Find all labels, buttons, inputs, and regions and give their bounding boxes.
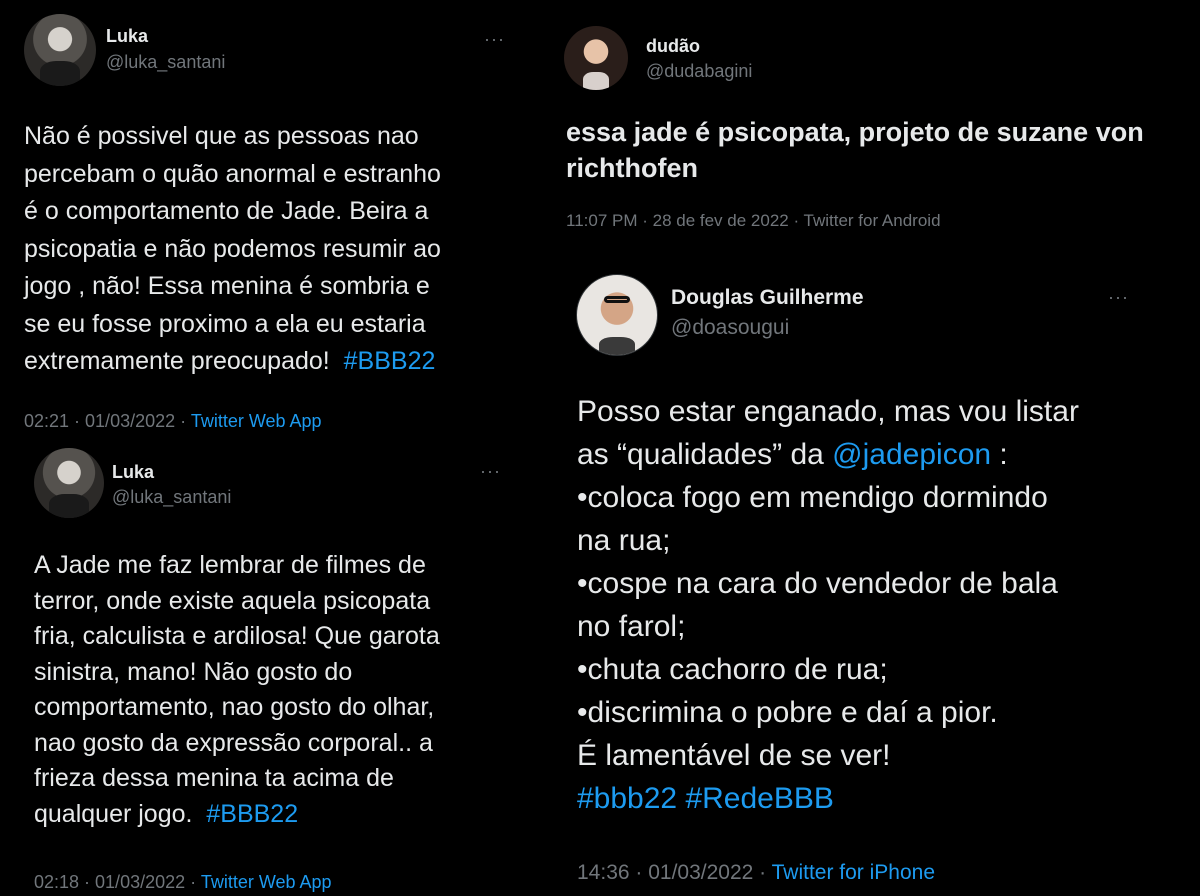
tweet-dudao: dudão @dudabagini essa jade é psicopata,… bbox=[560, 0, 1200, 250]
more-options-icon[interactable]: ··· bbox=[484, 30, 505, 48]
tweet-line: •coloca fogo em mendigo dormindo bbox=[577, 481, 1048, 514]
author-name[interactable]: Luka bbox=[106, 26, 148, 47]
source-link[interactable]: Twitter Web App bbox=[201, 872, 332, 892]
tweet-line: •chuta cachorro de rua; bbox=[577, 653, 888, 686]
tweet-line: é o comportamento de Jade. Beira a bbox=[24, 197, 429, 225]
tweets-collage: { "tweets": [ { "name": "Luka", "handle"… bbox=[0, 0, 1200, 896]
tweet-line: extremamente preocupado! bbox=[24, 347, 330, 375]
author-name[interactable]: dudão bbox=[646, 36, 700, 57]
tweet-line: essa jade é psicopata, projeto de suzane… bbox=[566, 117, 1144, 147]
tweet-line: se eu fosse proximo a ela eu estaria bbox=[24, 309, 426, 338]
tweet-line: fria, calculista e ardilosa! Que garota bbox=[34, 622, 440, 650]
tweet-meta: 02:21 · 01/03/2022 · Twitter Web App bbox=[24, 411, 322, 432]
source-link[interactable]: Twitter Web App bbox=[191, 411, 322, 431]
tweet-text: Não é possivel que as pessoas nao perceb… bbox=[24, 118, 441, 381]
tweet-line-last: qualquer jogo. #BBB22 bbox=[34, 797, 440, 833]
more-options-icon[interactable]: ··· bbox=[480, 462, 501, 480]
tweet-line: comportamento, nao gosto do olhar, bbox=[34, 693, 435, 721]
author-handle[interactable]: @doasougui bbox=[671, 316, 789, 340]
tweet-line: Posso estar enganado, mas vou listar bbox=[577, 395, 1079, 428]
more-options-icon[interactable]: ··· bbox=[1108, 288, 1129, 306]
avatar-luka[interactable] bbox=[34, 448, 104, 518]
tweet-douglas: Douglas Guilherme @doasougui ··· Posso e… bbox=[560, 250, 1200, 896]
hashtag-links[interactable]: #bbb22 #RedeBBB bbox=[577, 777, 1079, 820]
mention-link[interactable]: @jadepicon bbox=[832, 438, 991, 471]
tweet-line: no farol; bbox=[577, 610, 686, 643]
tweet-line: jogo , não! Essa menina é sombria e bbox=[24, 272, 430, 300]
avatar-luka[interactable] bbox=[24, 14, 96, 86]
tweet-text: Posso estar enganado, mas vou listar as … bbox=[577, 390, 1079, 820]
tweet-line: qualquer jogo. bbox=[34, 799, 193, 828]
author-handle[interactable]: @luka_santani bbox=[106, 52, 225, 73]
tweet-line: richthofen bbox=[566, 153, 698, 183]
tweet-line: psicopatia e não podemos resumir ao bbox=[24, 234, 441, 263]
timestamp[interactable]: 02:21 · 01/03/2022 · bbox=[24, 411, 191, 431]
avatar-douglas[interactable] bbox=[576, 274, 658, 356]
author-name[interactable]: Douglas Guilherme bbox=[671, 286, 864, 310]
tweet-text: A Jade me faz lembrar de filmes de terro… bbox=[34, 548, 440, 832]
tweet-line: nao gosto da expressão corporal.. a bbox=[34, 728, 433, 757]
timestamp[interactable]: 14:36 · 01/03/2022 · bbox=[577, 861, 772, 884]
tweet-line: percebam o quão anormal e estranho bbox=[24, 159, 441, 188]
timestamp[interactable]: 11:07 PM · 28 de fev de 2022 · Twitter f… bbox=[566, 211, 941, 231]
author-name[interactable]: Luka bbox=[112, 462, 154, 483]
tweet-line: A Jade me faz lembrar de filmes de bbox=[34, 551, 426, 579]
tweet-line: frieza dessa menina ta acima de bbox=[34, 764, 394, 792]
author-handle[interactable]: @luka_santani bbox=[112, 487, 231, 508]
tweet-line: terror, onde existe aquela psicopata bbox=[34, 586, 431, 615]
timestamp[interactable]: 02:18 · 01/03/2022 · bbox=[34, 872, 201, 892]
author-handle[interactable]: @dudabagini bbox=[646, 61, 752, 82]
tweet-luka-1: Luka @luka_santani ··· Não é possivel qu… bbox=[0, 0, 560, 440]
tweet-text: essa jade é psicopata, projeto de suzane… bbox=[566, 114, 1144, 186]
tweet-line: na rua; bbox=[577, 524, 671, 557]
tweet-line: É lamentável de se ver! bbox=[577, 739, 891, 772]
tweet-line: sinistra, mano! Não gosto do bbox=[34, 657, 353, 686]
tweet-line-last: extremamente preocupado! #BBB22 bbox=[24, 343, 441, 381]
avatar-dudao[interactable] bbox=[564, 26, 628, 90]
tweet-line: •discrimina o pobre e daí a pior. bbox=[577, 696, 998, 729]
tweet-line-part: : bbox=[991, 438, 1008, 471]
tweet-line: •cospe na cara do vendedor de bala bbox=[577, 567, 1058, 600]
tweet-meta: 14:36 · 01/03/2022 · Twitter for iPhone bbox=[577, 861, 935, 885]
tweet-meta: 02:18 · 01/03/2022 · Twitter Web App bbox=[34, 872, 332, 893]
tweet-line: Não é possivel que as pessoas nao bbox=[24, 122, 419, 150]
hashtag-link[interactable]: #BBB22 bbox=[344, 347, 436, 375]
source-link[interactable]: Twitter for iPhone bbox=[772, 861, 935, 884]
hashtag-link[interactable]: #BBB22 bbox=[206, 800, 298, 828]
tweet-line-mention: as “qualidades” da @jadepicon : bbox=[577, 433, 1079, 476]
tweet-luka-2: Luka @luka_santani ··· A Jade me faz lem… bbox=[0, 440, 560, 896]
tweet-line-part: as “qualidades” da bbox=[577, 438, 833, 471]
